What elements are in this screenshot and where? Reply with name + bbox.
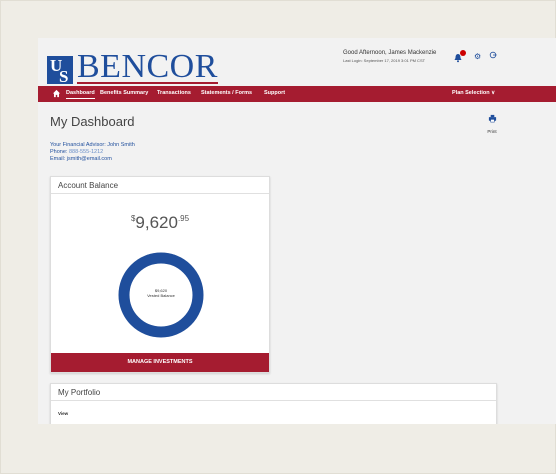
card-title: My Portfolio [51,384,496,401]
last-login-text: Last Login: September 17, 2019 3:01 PM C… [343,58,426,63]
us-logo-mark: U S [47,56,73,86]
logout-icon[interactable] [489,51,497,59]
print-label: Print [487,129,497,134]
donut-label: $9,620 Vested Balance [118,288,204,298]
notification-badge [460,50,466,56]
view-link[interactable]: View [58,411,68,416]
home-icon[interactable] [52,89,61,98]
phone-link[interactable]: 888-555-1212 [69,149,103,155]
logo-wordmark: BENCOR [77,48,218,85]
logo-s: S [59,67,69,86]
user-greeting: Good Afternoon, James Mackenzie Last Log… [343,50,436,64]
app-window: U S BENCOR Good Afternoon, James Mackenz… [38,38,556,424]
page-title: My Dashboard [50,114,135,129]
advisor-info: Your Financial Advisor: John Smith Phone… [50,142,135,163]
advisor-email[interactable]: Email: jsmith@email.com [50,156,135,163]
balance-amount: $9,620.95 [51,213,269,233]
balance-whole: 9,620 [135,213,178,232]
card-title: Account Balance [51,177,269,194]
donut-caption: Vested Balance [147,293,175,298]
phone-label: Phone: [50,149,69,155]
account-balance-card: Account Balance $9,620.95 $9,620 Vested … [50,176,270,373]
nav-transactions[interactable]: Transactions [157,90,191,96]
greeting-text: Good Afternoon, James Mackenzie [343,50,437,56]
app-header: U S BENCOR Good Afternoon, James Mackenz… [38,38,556,86]
nav-benefits-summary[interactable]: Benefits Summary [100,90,148,96]
printer-icon [488,114,496,123]
gear-icon[interactable]: ⚙ [474,52,481,61]
nav-statements-forms[interactable]: Statements / Forms [201,90,252,96]
balance-cents: .95 [177,214,190,223]
manage-investments-button[interactable]: MANAGE INVESTMENTS [51,353,269,372]
plan-selection-dropdown[interactable]: Plan Selection ∨ [452,90,495,96]
nav-support[interactable]: Support [264,90,285,96]
main-navbar: Dashboard Benefits Summary Transactions … [38,86,556,102]
advisor-phone: Phone: 888-555-1212 [50,149,135,156]
my-portfolio-card: My Portfolio View [50,383,497,424]
advisor-name: Your Financial Advisor: John Smith [50,142,135,148]
print-button[interactable]: Print [485,110,499,134]
bencor-logo[interactable]: U S BENCOR [47,48,218,86]
nav-dashboard[interactable]: Dashboard [66,90,95,99]
